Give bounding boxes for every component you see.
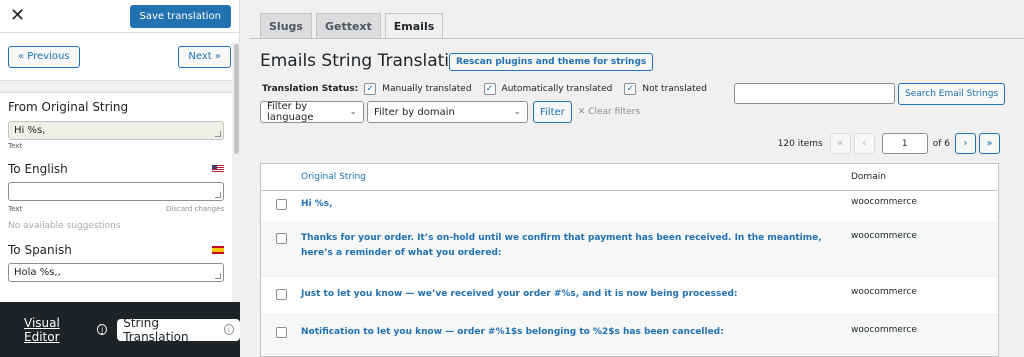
filter-domain-select[interactable]: Filter by domain ⌄ xyxy=(367,101,528,123)
table-row: Notification to let you know — order #%1… xyxy=(261,315,998,355)
to-spanish-label: To Spanish xyxy=(8,243,72,257)
last-page-button[interactable]: » xyxy=(979,133,1000,154)
editor-footer: Visual Editor i String Translation i xyxy=(0,302,240,357)
strings-table: Original String Domain Hi %s, woocommerc… xyxy=(260,163,999,357)
us-flag-icon xyxy=(212,165,224,173)
table-row: Hi %s, woocommerce xyxy=(261,191,998,223)
no-suggestions-text: No available suggestions xyxy=(8,221,121,231)
not-translated-checkbox[interactable]: ✓ xyxy=(624,83,637,95)
row-checkbox[interactable] xyxy=(275,327,287,338)
string-translation-tab[interactable]: String Translation i xyxy=(117,315,240,344)
domain-cell: woocommerce xyxy=(851,197,917,207)
original-string-column-header[interactable]: Original String xyxy=(301,172,851,182)
discard-changes-link[interactable]: Discard changes xyxy=(166,205,224,213)
previous-button[interactable]: « Previous xyxy=(8,45,80,68)
manually-translated-label: Manually translated xyxy=(382,84,472,94)
clear-filters-label: Clear filters xyxy=(588,107,641,117)
to-spanish-heading: To Spanish xyxy=(8,243,224,257)
tabs-divider xyxy=(250,38,1024,39)
domain-cell: woocommerce xyxy=(851,325,917,335)
not-translated-label: Not translated xyxy=(642,84,707,94)
items-count: 120 items xyxy=(777,138,823,149)
to-english-heading: To English xyxy=(8,162,224,176)
row-checkbox[interactable] xyxy=(275,233,287,244)
filter-language-value: Filter by language xyxy=(267,101,314,123)
previous-page-button: ‹ xyxy=(853,133,875,154)
translation-status-label: Translation Status: xyxy=(262,84,359,94)
search-email-strings-button[interactable]: Search Email Strings xyxy=(898,83,1006,105)
section-tabs: Slugs Gettext Emails xyxy=(260,13,444,39)
next-button[interactable]: Next » xyxy=(178,45,231,68)
sidebar-scrollbar-thumb[interactable] xyxy=(234,44,239,154)
row-checkbox[interactable] xyxy=(275,289,287,300)
pagination: 120 items « ‹ 1 of 6 › » xyxy=(778,133,1000,154)
sidebar-header: ✕ Save translation xyxy=(0,0,239,33)
table-row: Just to let you know — we’ve received yo… xyxy=(261,277,998,315)
search-input[interactable] xyxy=(734,83,895,104)
filter-bar: Filter by language ⌄ Filter by domain ⌄ … xyxy=(260,101,640,123)
clear-filters-link[interactable]: ✕ Clear filters xyxy=(578,107,640,117)
chevron-down-icon: ⌄ xyxy=(513,107,521,117)
filter-language-select[interactable]: Filter by language ⌄ xyxy=(260,101,364,123)
from-original-label: From Original String xyxy=(8,100,129,114)
visual-editor-label: Visual Editor xyxy=(24,315,60,344)
table-row: Thanks for your order. It’s on-hold unti… xyxy=(261,223,998,277)
sidebar-divider xyxy=(0,81,239,93)
domain-cell: woocommerce xyxy=(851,231,917,241)
original-string-link[interactable]: Thanks for your order. It’s on-hold unti… xyxy=(301,231,851,261)
from-original-heading: From Original String xyxy=(8,100,224,114)
info-icon: i xyxy=(223,324,234,335)
visual-editor-link[interactable]: Visual Editor i xyxy=(24,315,108,344)
sidebar-body: From Original String Hi %s, Text To Engl… xyxy=(0,94,232,282)
page-title: Emails String Translation xyxy=(260,51,471,71)
tab-emails[interactable]: Emails xyxy=(384,13,444,39)
domain-column-header: Domain xyxy=(851,172,886,182)
close-icon[interactable]: ✕ xyxy=(10,7,25,25)
rescan-button[interactable]: Rescan plugins and theme for strings xyxy=(449,53,654,71)
english-type-label: Text xyxy=(8,205,23,213)
original-string-link[interactable]: Hi %s, xyxy=(301,197,851,212)
to-english-label: To English xyxy=(8,162,68,176)
tab-gettext[interactable]: Gettext xyxy=(315,13,381,38)
translation-status-filter: Translation Status: ✓ Manually translate… xyxy=(262,83,707,95)
automatically-translated-checkbox[interactable]: ✓ xyxy=(483,83,496,95)
main-panel: Slugs Gettext Emails Emails String Trans… xyxy=(250,0,1024,357)
chevron-down-icon: ⌄ xyxy=(349,107,357,117)
total-pages-label: of 6 xyxy=(932,138,950,149)
first-page-button: « xyxy=(829,133,851,154)
english-translation-field[interactable] xyxy=(8,182,224,201)
sidebar-navigation: « Previous Next » xyxy=(0,33,239,81)
original-string-field: Hi %s, xyxy=(8,121,224,140)
tab-slugs[interactable]: Slugs xyxy=(260,13,312,38)
string-translation-label: String Translation xyxy=(123,315,189,344)
save-translation-button[interactable]: Save translation xyxy=(129,4,231,28)
spanish-translation-field[interactable]: Hola %s,, xyxy=(8,263,224,282)
manually-translated-checkbox[interactable]: ✓ xyxy=(364,83,377,95)
row-checkbox[interactable] xyxy=(275,199,287,210)
info-icon: i xyxy=(96,324,108,335)
next-page-button[interactable]: › xyxy=(955,133,976,154)
original-type-label: Text xyxy=(8,142,23,150)
domain-cell: woocommerce xyxy=(851,287,917,297)
spain-flag-icon xyxy=(212,246,224,254)
table-header: Original String Domain xyxy=(261,164,998,191)
current-page-input[interactable]: 1 xyxy=(881,133,928,154)
filter-button[interactable]: Filter xyxy=(533,101,572,123)
original-string-link[interactable]: Notification to let you know — order #%1… xyxy=(301,325,851,340)
translation-sidebar: ✕ Save translation « Previous Next » Fro… xyxy=(0,0,240,357)
automatically-translated-label: Automatically translated xyxy=(501,84,613,94)
original-string-link[interactable]: Just to let you know — we’ve received yo… xyxy=(301,287,851,302)
filter-domain-value: Filter by domain xyxy=(374,106,455,118)
